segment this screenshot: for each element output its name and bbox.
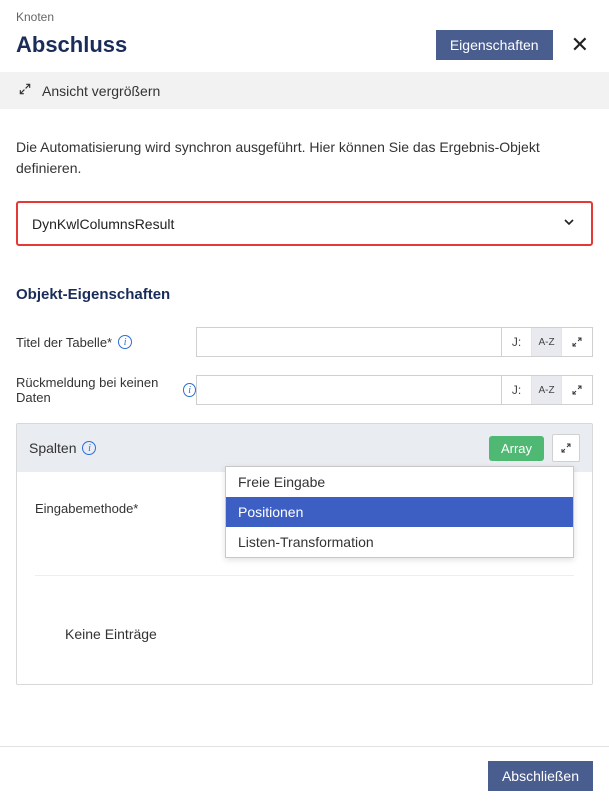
j-toggle[interactable]: J: bbox=[502, 328, 532, 356]
table-title-input[interactable] bbox=[196, 327, 502, 357]
description-text: Die Automatisierung wird synchron ausgef… bbox=[16, 137, 593, 179]
input-method-dropdown: Freie Eingabe Positionen Listen-Transfor… bbox=[225, 466, 574, 558]
expand-field-icon[interactable] bbox=[562, 376, 592, 404]
columns-header: Spalten i Array bbox=[17, 424, 592, 472]
section-title: Objekt-Eigenschaften bbox=[16, 286, 593, 303]
columns-body: Eingabemethode* Positionen Freie Eingabe… bbox=[17, 472, 592, 684]
result-object-value: DynKwlColumnsResult bbox=[32, 216, 174, 232]
properties-button[interactable]: Eigenschaften bbox=[436, 30, 553, 60]
input-method-label: Eingabemethode* bbox=[35, 501, 225, 516]
finish-button[interactable]: Abschließen bbox=[488, 761, 593, 791]
table-title-row: Titel der Tabelle* i J: A-Z bbox=[16, 327, 593, 357]
content: Die Automatisierung wird synchron ausgef… bbox=[0, 109, 609, 701]
j-toggle[interactable]: J: bbox=[502, 376, 532, 404]
expand-icon bbox=[18, 82, 32, 99]
columns-panel: Spalten i Array Eingabemethode* Position… bbox=[16, 423, 593, 685]
header: Knoten Abschluss Eigenschaften ✕ bbox=[0, 0, 609, 72]
page-title: Abschluss bbox=[16, 32, 127, 58]
table-title-label: Titel der Tabelle* i bbox=[16, 335, 196, 350]
no-data-feedback-row: Rückmeldung bei keinen Daten i J: A-Z bbox=[16, 375, 593, 405]
no-entries-text: Keine Einträge bbox=[35, 575, 574, 654]
title-row: Abschluss Eigenschaften ✕ bbox=[16, 30, 593, 60]
close-icon[interactable]: ✕ bbox=[567, 32, 593, 58]
dropdown-option-positions[interactable]: Positionen bbox=[226, 497, 573, 527]
array-badge[interactable]: Array bbox=[489, 436, 544, 461]
chevron-down-icon bbox=[561, 214, 577, 233]
info-icon[interactable]: i bbox=[183, 383, 196, 397]
dropdown-option-list-transform[interactable]: Listen-Transformation bbox=[226, 527, 573, 557]
columns-header-label: Spalten bbox=[29, 440, 76, 456]
expand-columns-icon[interactable] bbox=[552, 434, 580, 462]
footer: Abschließen bbox=[0, 746, 609, 805]
expand-field-icon[interactable] bbox=[562, 328, 592, 356]
breadcrumb: Knoten bbox=[16, 10, 593, 24]
az-toggle[interactable]: A-Z bbox=[532, 376, 562, 404]
dropdown-option-free-input[interactable]: Freie Eingabe bbox=[226, 467, 573, 497]
info-icon[interactable]: i bbox=[82, 441, 96, 455]
no-data-feedback-label: Rückmeldung bei keinen Daten i bbox=[16, 375, 196, 405]
no-data-feedback-input[interactable] bbox=[196, 375, 502, 405]
info-icon[interactable]: i bbox=[118, 335, 132, 349]
expand-view-bar[interactable]: Ansicht vergrößern bbox=[0, 72, 609, 109]
az-toggle[interactable]: A-Z bbox=[532, 328, 562, 356]
expand-view-label: Ansicht vergrößern bbox=[42, 83, 160, 99]
result-object-select[interactable]: DynKwlColumnsResult bbox=[16, 201, 593, 246]
